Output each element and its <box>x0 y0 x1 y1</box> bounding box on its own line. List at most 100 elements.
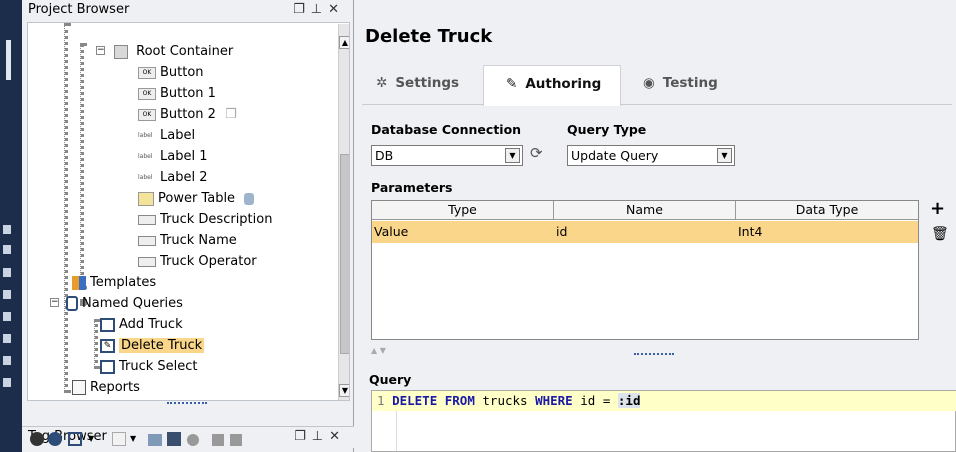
parameters-table[interactable]: Type Name Data Type Value id Int4 <box>371 200 919 340</box>
scroll-down-icon[interactable]: ▼ <box>339 384 349 397</box>
export-icon[interactable] <box>212 434 224 446</box>
tree-item-label-2[interactable]: label Label 2 <box>138 167 207 188</box>
grid-icon[interactable] <box>68 432 82 446</box>
tree-item-label: Truck Select <box>119 359 198 374</box>
tab-label: Testing <box>662 75 718 91</box>
trash-icon[interactable]: 🗑 <box>931 226 949 242</box>
editor-tabbar: ✲ Settings ✎ Authoring ◉ Testing <box>362 65 952 106</box>
tab-authoring[interactable]: ✎ Authoring <box>483 65 621 106</box>
sql-identifier: trucks <box>482 393 528 408</box>
tree-item-delete-truck[interactable]: ✎ Delete Truck <box>100 335 205 356</box>
column-header-data-type[interactable]: Data Type <box>736 201 918 220</box>
collapse-icon[interactable]: − <box>50 298 59 307</box>
tab-label: Settings <box>395 75 460 91</box>
sql-keyword: DELETE <box>392 393 438 408</box>
button-icon: OK <box>138 66 156 79</box>
sql-keyword: FROM <box>444 393 475 408</box>
column-header-type[interactable]: Type <box>372 201 554 220</box>
gear-icon: ✲ <box>376 75 388 91</box>
tree-item-truck-select[interactable]: Truck Select <box>100 356 198 377</box>
tree-item-label: Truck Name <box>160 233 237 248</box>
report-icon <box>72 380 86 395</box>
project-tree[interactable]: − Root Container OK Button OK Button 1 OK B… <box>27 22 350 401</box>
database-badge-icon <box>244 192 255 205</box>
scroll-thumb[interactable] <box>340 154 349 354</box>
query-text[interactable]: 1 DELETE FROM trucks WHERE id = :id <box>377 392 641 410</box>
splitter-grip[interactable] <box>634 353 674 356</box>
tree-item-label-1[interactable]: label Label 1 <box>138 146 207 167</box>
tree-item-add-truck[interactable]: Add Truck <box>100 314 183 335</box>
database-connection-value: DB <box>375 148 394 163</box>
chevron-down-icon[interactable]: ▼ <box>130 434 136 443</box>
tree-item-label: Button 2 <box>160 107 216 122</box>
tree-item-truck-operator[interactable]: Truck Operator <box>138 251 257 272</box>
project-browser-header: Project Browser ❐⊥✕ <box>22 0 353 22</box>
add-parameter-icon[interactable]: + <box>930 198 945 219</box>
tab-label: Authoring <box>525 76 602 92</box>
gutter-divider <box>396 411 397 451</box>
tree-item-root-container[interactable]: − Root Container <box>96 41 234 62</box>
tree-item-button-1[interactable]: OK Button 1 <box>138 83 216 104</box>
tree-item-power-table[interactable]: Power Table <box>138 188 258 209</box>
chevron-down-icon[interactable]: ▼ <box>717 148 732 163</box>
collapse-icon[interactable]: − <box>96 46 105 55</box>
sort-arrows-icon[interactable]: ▲ ▼ <box>371 346 386 355</box>
project-browser-panel: Project Browser ❐⊥✕ − Root Container OK B… <box>22 0 354 452</box>
tree-item-label[interactable]: label Label <box>138 125 195 146</box>
query-editor[interactable]: 1 DELETE FROM trucks WHERE id = :id <box>371 390 956 452</box>
script-badge-icon: ❒ <box>225 107 237 122</box>
refresh-tags-icon[interactable] <box>48 432 62 446</box>
query-type-select[interactable]: Update Query ▼ <box>567 145 735 166</box>
tree-scrollbar[interactable]: ▲ ▼ <box>338 24 349 400</box>
binoculars-icon[interactable] <box>30 432 44 446</box>
label-icon: label <box>138 153 153 160</box>
export-2-icon[interactable] <box>230 434 242 446</box>
close-icon[interactable]: ✕ <box>328 2 345 17</box>
label-icon: label <box>138 132 153 139</box>
database-connection-select[interactable]: DB ▼ <box>371 145 523 166</box>
column-header-name[interactable]: Name <box>554 201 736 220</box>
add-tag-icon[interactable] <box>112 432 126 446</box>
container-icon <box>114 44 128 59</box>
scroll-up-icon[interactable]: ▲ <box>339 36 349 49</box>
database-connection-label: Database Connection <box>371 122 522 137</box>
tree-item-label: Add Truck <box>119 317 183 332</box>
tree-item-label: Reports <box>90 380 140 395</box>
panel-controls[interactable]: ❐⊥✕ <box>293 0 345 20</box>
editor-title: Delete Truck <box>365 26 493 47</box>
templates-icon <box>72 275 86 290</box>
cell-type: Value <box>374 224 409 239</box>
udt-icon[interactable] <box>167 432 181 446</box>
tree-item-button-2[interactable]: OK Button 2 ❒ <box>138 104 241 125</box>
tab-settings[interactable]: ✲ Settings <box>362 65 482 105</box>
tree-item-label: Label 1 <box>160 149 208 164</box>
chevron-down-icon[interactable]: ▼ <box>505 148 520 163</box>
tree-item-truck-description[interactable]: Truck Description <box>138 209 272 230</box>
tree-item-truck-name[interactable]: Truck Name <box>138 230 237 251</box>
tab-testing[interactable]: ◉ Testing <box>621 65 741 105</box>
refresh-icon[interactable]: ⟳ <box>530 144 543 162</box>
pencil-icon: ✎ <box>506 76 518 92</box>
pin-icon[interactable]: ⊥ <box>311 2 328 17</box>
tree-item-reports[interactable]: Reports <box>72 377 140 398</box>
resize-grip[interactable] <box>167 402 207 405</box>
tree-item-named-queries[interactable]: − Named Queries <box>50 293 183 314</box>
button-icon: OK <box>138 108 156 121</box>
named-query-editor: Delete Truck ✲ Settings ✎ Authoring ◉ Testi… <box>354 0 956 452</box>
tree-item-button[interactable]: OK Button <box>138 62 204 83</box>
sql-expression: id = <box>580 393 611 408</box>
project-browser-title: Project Browser <box>28 2 130 17</box>
tree-item-templates[interactable]: Templates <box>72 272 156 293</box>
tree-item-label: Named Queries <box>82 296 183 311</box>
chevron-down-icon[interactable]: ▼ <box>88 434 94 443</box>
tree-item-label: Button 1 <box>160 86 216 101</box>
import-icon[interactable] <box>187 434 199 446</box>
tree-item-label: Templates <box>90 275 157 290</box>
tree-item-label: Root Container <box>136 44 234 59</box>
edit-tag-icon[interactable] <box>148 434 162 446</box>
float-icon[interactable]: ❐ <box>293 2 311 17</box>
tree-item-label: Label <box>160 128 196 143</box>
tree-item-label: Truck Operator <box>160 254 257 269</box>
tree-item-label: Truck Description <box>160 212 273 227</box>
table-row[interactable]: Value id Int4 <box>372 221 918 243</box>
